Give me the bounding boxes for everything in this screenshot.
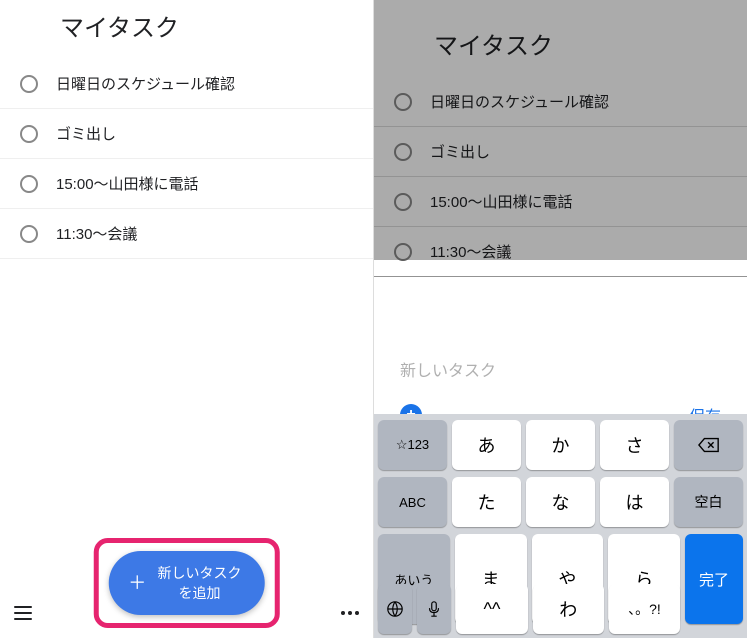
checkbox-icon [394,143,412,161]
task-row: 日曜日のスケジュール確認 [374,77,747,127]
page-title: マイタスク [0,0,373,59]
dimmed-background: マイタスク 日曜日のスケジュール確認 ゴミ出し 15:00〜山田様に電話 11:… [374,0,747,260]
key-kana[interactable]: は [600,477,669,527]
new-task-input[interactable]: 新しいタスク [374,335,747,399]
globe-icon [384,600,406,618]
task-row[interactable]: 11:30〜会議 [0,209,373,259]
add-task-highlight: ＋ 新しいタスクを追加 [93,538,280,628]
add-task-button[interactable]: ＋ 新しいタスクを追加 [108,551,265,615]
soft-keyboard: ☆123 あ か さ ABC た な は 空白 あいう ま や ら 完了 [374,414,747,638]
task-label: 日曜日のスケジュール確認 [56,73,235,94]
task-row: 11:30〜会議 [374,227,747,277]
key-mode-abc[interactable]: ABC [378,477,447,527]
key-punct[interactable]: 、。?! [609,584,680,634]
task-label: ゴミ出し [56,123,116,144]
page-title: マイタスク [374,0,747,77]
task-row[interactable]: ゴミ出し [0,109,373,159]
checkbox-icon [394,93,412,111]
checkbox-icon[interactable] [20,225,38,243]
hamburger-menu-icon[interactable] [14,606,32,620]
key-mode-num[interactable]: ☆123 [378,420,447,470]
key-globe[interactable] [378,584,412,634]
add-task-label: 新しいタスクを追加 [154,563,245,603]
task-label: ゴミ出し [430,141,490,162]
key-kana[interactable]: ^^ [456,584,527,634]
task-row[interactable]: 15:00〜山田様に電話 [0,159,373,209]
mic-icon [423,600,445,618]
checkbox-icon[interactable] [20,125,38,143]
key-kana[interactable]: た [452,477,521,527]
key-backspace[interactable] [674,420,743,470]
key-enter[interactable]: 完了 [685,534,743,624]
key-mic[interactable] [417,584,451,634]
checkbox-icon [394,193,412,211]
phone-screen-compose: マイタスク 日曜日のスケジュール確認 ゴミ出し 15:00〜山田様に電話 11:… [374,0,747,638]
task-list: 日曜日のスケジュール確認 ゴミ出し 15:00〜山田様に電話 11:30〜会議 [0,59,373,259]
checkbox-icon[interactable] [20,175,38,193]
key-space[interactable]: 空白 [674,477,743,527]
task-label: 15:00〜山田様に電話 [56,173,199,194]
key-kana[interactable]: な [526,477,595,527]
backspace-icon [698,436,720,454]
checkbox-icon[interactable] [20,75,38,93]
more-icon[interactable] [341,611,359,615]
task-label: 11:30〜会議 [430,241,511,262]
phone-screen-list: マイタスク 日曜日のスケジュール確認 ゴミ出し 15:00〜山田様に電話 11:… [0,0,374,638]
key-kana[interactable]: わ [533,584,604,634]
task-row: 15:00〜山田様に電話 [374,177,747,227]
task-label: 11:30〜会議 [56,223,137,244]
task-row: ゴミ出し [374,127,747,177]
checkbox-icon [394,243,412,261]
task-label: 15:00〜山田様に電話 [430,191,573,212]
key-kana[interactable]: あ [452,420,521,470]
task-list: 日曜日のスケジュール確認 ゴミ出し 15:00〜山田様に電話 11:30〜会議 [374,77,747,277]
task-label: 日曜日のスケジュール確認 [430,91,609,112]
key-kana[interactable]: か [526,420,595,470]
task-row[interactable]: 日曜日のスケジュール確認 [0,59,373,109]
key-kana[interactable]: さ [600,420,669,470]
plus-icon: ＋ [128,574,146,592]
